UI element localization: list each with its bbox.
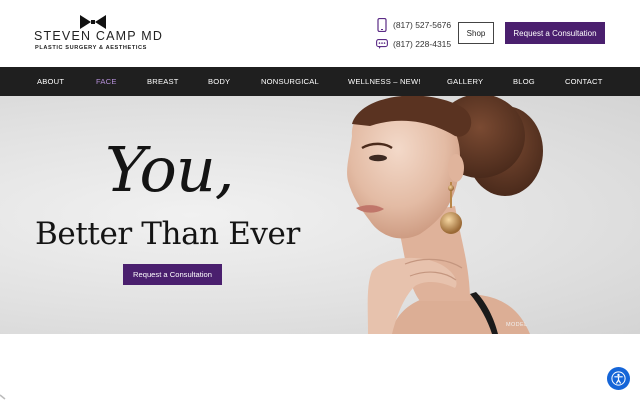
site-header: STEVEN CAMP MD PLASTIC SURGERY & AESTHET…	[0, 0, 640, 67]
phone-link[interactable]: (817) 527-5676	[376, 18, 451, 32]
bowtie-icon	[80, 15, 106, 29]
phone-icon	[376, 18, 388, 32]
hero-subheadline: Better Than Ever	[35, 216, 300, 252]
nav-item-wellness[interactable]: WELLNESS – NEW!	[348, 67, 421, 96]
nav-item-nonsurgical[interactable]: NONSURGICAL	[261, 67, 319, 96]
text-link[interactable]: (817) 228-4315	[376, 37, 451, 51]
phone-number: (817) 527-5676	[393, 20, 452, 30]
request-consultation-button[interactable]: Request a Consultation	[505, 22, 605, 44]
site-logo[interactable]: STEVEN CAMP MD PLASTIC SURGERY & AESTHET…	[34, 14, 164, 56]
chat-bubble-icon	[376, 37, 388, 51]
contact-block: (817) 527-5676 (817) 228-4315	[376, 17, 466, 53]
shop-button[interactable]: Shop	[458, 22, 494, 44]
nav-item-about[interactable]: ABOUT	[37, 67, 64, 96]
nav-item-contact[interactable]: CONTACT	[565, 67, 603, 96]
text-number: (817) 228-4315	[393, 39, 452, 49]
nav-item-blog[interactable]: BLOG	[513, 67, 535, 96]
accessibility-button[interactable]	[607, 367, 630, 390]
corner-chevron-icon	[0, 394, 6, 400]
logo-name: STEVEN CAMP MD	[34, 29, 164, 43]
main-nav: ABOUT FACE BREAST BODY NONSURGICAL WELLN…	[0, 67, 640, 96]
hero-model-image	[347, 96, 543, 334]
hero-consultation-button[interactable]: Request a Consultation	[123, 264, 222, 285]
hero-banner: You, Better Than Ever Request a Consulta…	[0, 96, 640, 334]
nav-item-gallery[interactable]: GALLERY	[447, 67, 483, 96]
logo-tagline: PLASTIC SURGERY & AESTHETICS	[35, 45, 148, 51]
hero-headline: You,	[105, 133, 235, 206]
nav-item-face[interactable]: FACE	[96, 67, 117, 96]
accessibility-icon	[611, 371, 626, 386]
image-caption: MODEL	[506, 322, 528, 328]
nav-item-body[interactable]: BODY	[208, 67, 230, 96]
nav-item-breast[interactable]: BREAST	[147, 67, 179, 96]
